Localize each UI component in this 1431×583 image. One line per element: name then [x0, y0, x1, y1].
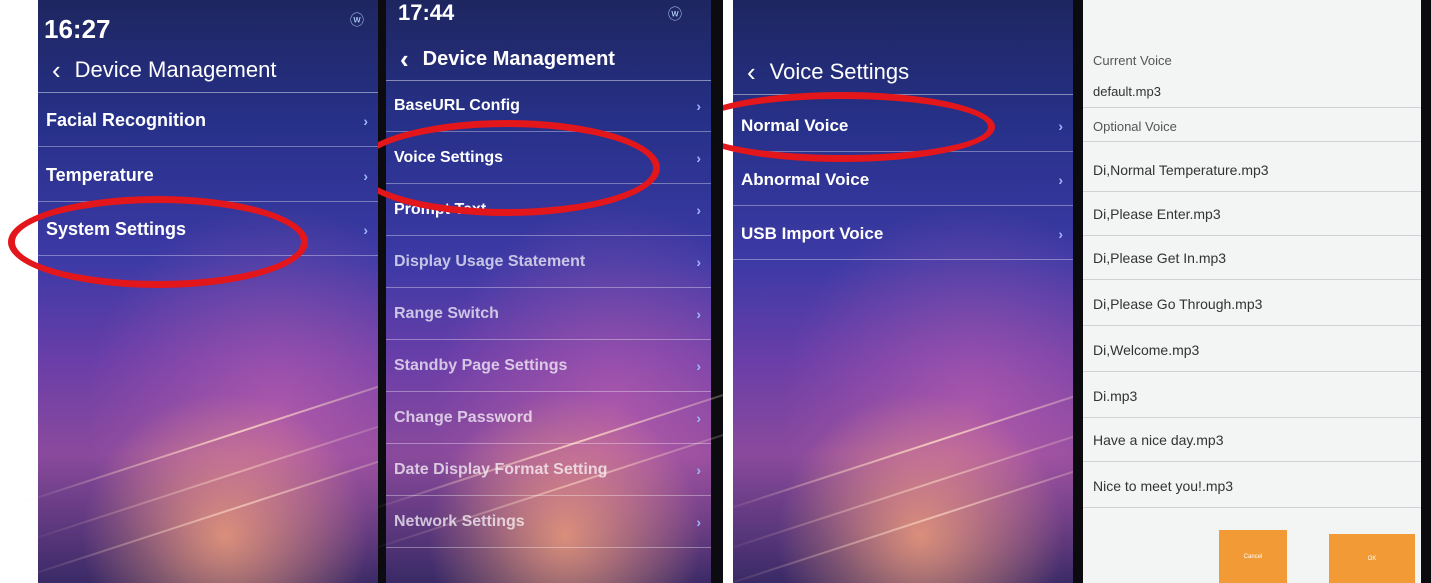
back-chevron-icon[interactable]: ‹ [747, 57, 756, 88]
chevron-right-icon: › [696, 97, 701, 114]
page-title: Device Management [74, 57, 277, 82]
menu-item-standby-page-settings[interactable]: Standby Page Settings › [386, 340, 711, 392]
chevron-right-icon: › [363, 112, 368, 129]
chevron-right-icon: › [696, 409, 701, 426]
panel-1-device-management: 16:27 ⓦ ‹ Device Management Facial Recog… [0, 0, 378, 583]
header: ‹ Device Management [38, 48, 378, 93]
voice-option[interactable]: Di,Welcome.mp3 [1083, 328, 1421, 372]
chevron-right-icon: › [696, 253, 701, 270]
voice-option[interactable]: Have a nice day.mp3 [1083, 418, 1421, 462]
menu-item-system-settings[interactable]: System Settings › [38, 204, 378, 256]
page-title: Voice Settings [769, 59, 910, 84]
voice-list-screen: Current Voice default.mp3 Optional Voice… [1073, 0, 1431, 583]
voice-option[interactable]: Di,Please Get In.mp3 [1083, 236, 1421, 280]
menu-item-network-settings[interactable]: Network Settings › [386, 496, 711, 548]
chevron-right-icon: › [696, 461, 701, 478]
voice-option[interactable]: Di,Please Go Through.mp3 [1083, 282, 1421, 326]
status-time: 16:27 [44, 14, 111, 44]
back-chevron-icon[interactable]: ‹ [400, 44, 409, 75]
header: ‹ Voice Settings [733, 50, 1073, 95]
menu-item-temperature[interactable]: Temperature › [38, 150, 378, 202]
wifi-icon: ⓦ [668, 6, 682, 22]
voice-option[interactable]: Di.mp3 [1083, 374, 1421, 418]
menu-item-baseurl-config[interactable]: BaseURL Config › [386, 80, 711, 132]
voice-option[interactable]: Nice to meet you!.mp3 [1083, 464, 1421, 508]
menu-item-voice-settings[interactable]: Voice Settings › [386, 132, 711, 184]
menu-item-usb-import-voice[interactable]: USB Import Voice › [733, 208, 1073, 260]
chevron-right-icon: › [696, 305, 701, 322]
chevron-right-icon: › [363, 221, 368, 238]
optional-voice-label: Optional Voice [1083, 112, 1421, 142]
chevron-right-icon: › [1058, 225, 1063, 242]
chevron-right-icon: › [696, 201, 701, 218]
menu-item-abnormal-voice[interactable]: Abnormal Voice › [733, 154, 1073, 206]
page-title: Device Management [422, 47, 615, 70]
cancel-button[interactable]: Cancel [1219, 530, 1287, 583]
chevron-right-icon: › [696, 513, 701, 530]
menu-item-normal-voice[interactable]: Normal Voice › [733, 100, 1073, 152]
chevron-right-icon: › [696, 149, 701, 166]
chevron-right-icon: › [1058, 117, 1063, 134]
wifi-icon: ⓦ [350, 12, 364, 28]
back-chevron-icon[interactable]: ‹ [52, 55, 61, 86]
menu-item-range-switch[interactable]: Range Switch › [386, 288, 711, 340]
wallpaper: ‹ Voice Settings Normal Voice › Abnormal … [723, 0, 1073, 583]
menu-item-display-usage-statement[interactable]: Display Usage Statement › [386, 236, 711, 288]
current-voice-label: Current Voice [1093, 52, 1172, 68]
menu-item-prompt-text[interactable]: Prompt Text › [386, 184, 711, 236]
panel-4-voice-list: Current Voice default.mp3 Optional Voice… [1073, 0, 1431, 583]
menu-item-date-display-format-setting[interactable]: Date Display Format Setting › [386, 444, 711, 496]
panel-3-voice-settings: ‹ Voice Settings Normal Voice › Abnormal … [723, 0, 1073, 583]
chevron-right-icon: › [363, 167, 368, 184]
chevron-right-icon: › [696, 357, 701, 374]
chevron-right-icon: › [1058, 171, 1063, 188]
wallpaper: 16:27 ⓦ ‹ Device Management Facial Recog… [15, 0, 378, 583]
voice-option[interactable]: Di,Please Enter.mp3 [1083, 192, 1421, 236]
wallpaper: 17:44 ⓦ ‹ Device Management BaseURL Conf… [378, 0, 723, 583]
status-time: 17:44 [398, 0, 455, 25]
menu-item-facial-recognition[interactable]: Facial Recognition › [38, 95, 378, 147]
menu-item-change-password[interactable]: Change Password › [386, 392, 711, 444]
ok-button[interactable]: OK [1329, 534, 1415, 583]
panel-2-device-management: 17:44 ⓦ ‹ Device Management BaseURL Conf… [378, 0, 723, 583]
header: ‹ Device Management [386, 38, 711, 81]
voice-option[interactable]: Di,Normal Temperature.mp3 [1083, 148, 1421, 192]
current-voice-value: default.mp3 [1083, 76, 1421, 108]
